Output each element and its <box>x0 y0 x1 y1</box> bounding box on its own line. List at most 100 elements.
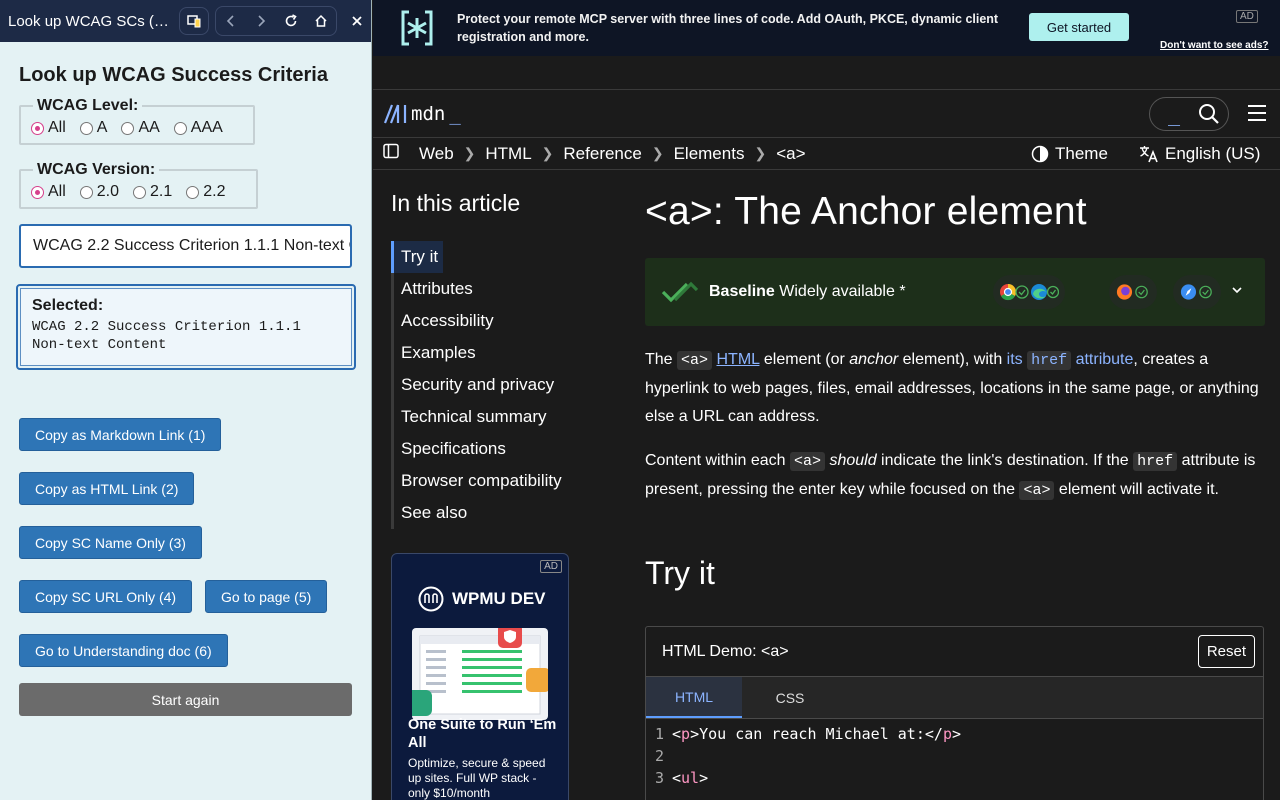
html-link[interactable]: HTML <box>716 351 759 368</box>
radio-unchecked-icon[interactable] <box>121 121 135 135</box>
radio-unchecked-icon[interactable] <box>186 185 200 199</box>
home-button[interactable] <box>306 7 336 35</box>
breadcrumb-web[interactable]: Web <box>419 144 454 164</box>
p2-text: indicate the link's destination. If the <box>876 452 1134 469</box>
ad-text-line2: registration and more. <box>457 30 589 44</box>
mdn-logo[interactable]: mdn _ <box>383 103 461 125</box>
level-label: A <box>96 119 108 136</box>
chevron-left-icon <box>226 15 234 27</box>
version-label: 2.2 <box>203 183 226 200</box>
breadcrumb-elements[interactable]: Elements <box>674 144 745 164</box>
p2-text: element will activate it. <box>1054 481 1219 498</box>
p1-code-href: href <box>1027 351 1072 370</box>
version-radio-2-0[interactable]: 2.0 <box>79 183 119 201</box>
start-again-button[interactable]: Start again <box>19 683 352 716</box>
p2-emphasis: should <box>829 452 877 469</box>
toc-item-try-it[interactable]: Try it <box>391 241 443 273</box>
breadcrumb-html[interactable]: HTML <box>485 144 531 164</box>
theme-button[interactable]: Theme <box>1031 144 1108 164</box>
dont-want-ads-link[interactable]: Don't want to see ads? <box>1160 40 1269 51</box>
tab-html[interactable]: HTML <box>646 677 742 718</box>
mdn-page: Protect your remote MCP server with thre… <box>373 0 1280 800</box>
toc-item-examples[interactable]: Examples <box>394 337 571 369</box>
ad-headline: One Suite to Run ‘Em All <box>408 717 557 751</box>
version-radio-all[interactable]: All <box>31 183 66 201</box>
copy-sc-name-button[interactable]: Copy SC Name Only (3) <box>19 526 202 559</box>
code-editor[interactable]: 1 < p > You can reach Michael at: </p > 2 3 < ul… <box>646 719 1263 789</box>
panel-switch-button[interactable] <box>179 7 209 35</box>
search-button[interactable]: _ <box>1149 97 1229 131</box>
theme-icon <box>1031 145 1049 163</box>
level-radio-all[interactable]: All <box>31 119 66 137</box>
toc-item-attributes[interactable]: Attributes <box>394 273 571 305</box>
go-to-page-button[interactable]: Go to page (5) <box>205 580 328 613</box>
menu-button[interactable] <box>1247 104 1267 127</box>
toc-item-accessibility[interactable]: Accessibility <box>394 305 571 337</box>
copy-sc-url-button[interactable]: Copy SC URL Only (4) <box>19 580 193 613</box>
level-radio-aaa[interactable]: AAA <box>173 119 223 137</box>
radio-unchecked-icon[interactable] <box>173 121 187 135</box>
toc-item-technical-summary[interactable]: Technical summary <box>394 401 571 433</box>
toc-item-specifications[interactable]: Specifications <box>394 433 571 465</box>
chevron-right-icon: ❯ <box>541 145 554 161</box>
version-radio-2-2[interactable]: 2.2 <box>186 183 226 201</box>
mdn-m-icon <box>383 104 407 123</box>
radio-checked-icon[interactable] <box>31 121 44 135</box>
ad-get-started-button[interactable]: Get started <box>1029 13 1129 41</box>
code-tag: p <box>942 725 952 743</box>
code-line: 1 < p > You can reach Michael at: </p > <box>646 723 1263 745</box>
go-to-understanding-button[interactable]: Go to Understanding doc (6) <box>19 634 228 667</box>
level-radio-a[interactable]: A <box>79 119 108 137</box>
chevron-right-icon: ❯ <box>754 145 767 161</box>
p2-code-a: <a> <box>789 452 825 471</box>
radio-unchecked-icon[interactable] <box>79 185 93 199</box>
wpmu-logo-icon <box>418 586 444 612</box>
p1-text: element), with <box>898 351 1007 368</box>
level-label: AAA <box>190 119 223 136</box>
wcag-level-fieldset: WCAG Level: All A AA AAA <box>19 97 255 145</box>
baseline-expand-button[interactable] <box>1231 283 1243 301</box>
language-button[interactable]: English (US) <box>1139 144 1260 164</box>
extension-side-panel: Look up WCAG SCs (WCA... Look up WCAG Su… <box>0 0 372 800</box>
page-title: <a>: The Anchor element <box>645 190 1087 233</box>
radio-checked-icon[interactable] <box>31 185 44 199</box>
forward-button[interactable] <box>246 7 276 35</box>
demo-reset-button[interactable]: Reset <box>1197 635 1255 668</box>
code-tag: ul <box>681 769 700 787</box>
sidebar-toggle-button[interactable] <box>383 143 399 164</box>
interactive-demo: HTML Demo: <a> Reset HTML CSS 1 < p > You ca… <box>645 626 1264 800</box>
code-punct: > <box>951 725 961 743</box>
radio-unchecked-icon[interactable] <box>133 185 147 199</box>
close-icon <box>352 15 362 26</box>
version-radio-2-1[interactable]: 2.1 <box>133 183 172 201</box>
wcag-level-radios: All A AA AAA <box>31 119 241 137</box>
theme-label: Theme <box>1055 144 1108 163</box>
p1-text: element (or <box>759 351 850 368</box>
baseline-banner[interactable]: Baseline Widely available * <box>645 258 1265 326</box>
ad-product-image <box>406 624 550 720</box>
breadcrumb-reference[interactable]: Reference <box>563 144 641 164</box>
toc-item-security[interactable]: Security and privacy <box>394 369 571 401</box>
code-punct: < <box>672 769 682 787</box>
baseline-status: Widely available * <box>779 283 906 300</box>
code-line: 2 <box>646 745 1263 767</box>
baseline-text: Baseline Widely available * <box>709 283 906 301</box>
toc-item-see-also[interactable]: See also <box>394 497 571 529</box>
top-ad-banner[interactable]: Protect your remote MCP server with thre… <box>373 0 1280 56</box>
p2-text: Content within each <box>645 452 790 469</box>
breadcrumb-current[interactable]: <a> <box>776 144 805 164</box>
toc-item-browser-compat[interactable]: Browser compatibility <box>394 465 571 497</box>
copy-markdown-button[interactable]: Copy as Markdown Link (1) <box>19 418 222 451</box>
reload-button[interactable] <box>276 7 306 35</box>
close-panel-button[interactable] <box>351 11 363 32</box>
level-radio-aa[interactable]: AA <box>121 119 160 137</box>
sc-search-combobox[interactable]: WCAG 2.2 Success Criterion 1.1.1 Non-tex… <box>19 224 352 268</box>
back-button[interactable] <box>216 7 246 35</box>
sidebar-ad[interactable]: AD WPMU DEV One Suite to Run ‘Em All Opt… <box>391 553 569 800</box>
wcag-version-fieldset: WCAG Version: All 2.0 2.1 2.2 <box>19 161 258 209</box>
tab-css[interactable]: CSS <box>742 677 838 718</box>
copy-html-button[interactable]: Copy as HTML Link (2) <box>19 472 195 505</box>
href-attribute-link[interactable]: its href attribute <box>1007 351 1133 370</box>
radio-unchecked-icon[interactable] <box>79 121 93 135</box>
code-line: 3 < ul > <box>646 767 1263 789</box>
